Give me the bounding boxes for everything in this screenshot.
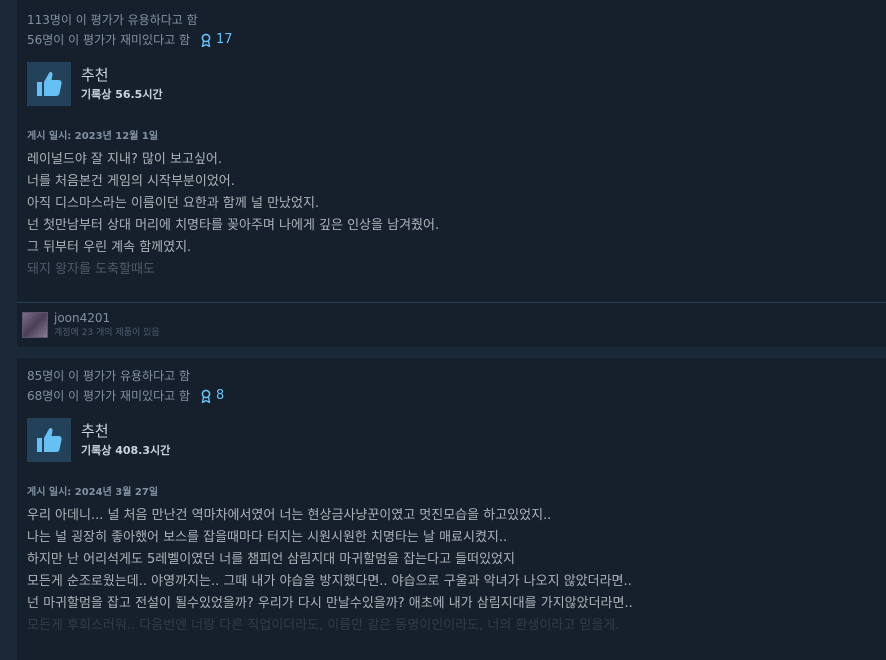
review-line: 아직 디스마스라는 이름이던 요한과 함께 널 만났었지. [27, 196, 320, 211]
helpful-count: 113명이 이 평가가 유용하다고 함 [27, 13, 198, 27]
funny-count: 68명이 이 평가가 재미있다고 함 [27, 389, 191, 403]
review-votes: 85명이 이 평가가 유용하다고 함 68명이 이 평가가 재미있다고 함 8 [17, 358, 886, 406]
review-line: 우리 아데니... 널 처음 만난건 역마차에서였어 너는 현상금사냥꾼이였고 … [27, 508, 552, 523]
award-count: 8 [216, 388, 225, 403]
review-header[interactable]: 추천 기록상 408.3시간 [27, 418, 886, 462]
award-count: 17 [216, 32, 233, 47]
review-header[interactable]: 추천 기록상 56.5시간 [27, 62, 886, 106]
review-card: 85명이 이 평가가 유용하다고 함 68명이 이 평가가 재미있다고 함 8 [17, 358, 886, 660]
author-name[interactable]: joon4201 [54, 311, 160, 325]
award-ribbon-icon [201, 33, 211, 47]
author-product-count: 계정에 23 개의 제품이 있음 [54, 328, 160, 338]
review-content[interactable]: 우리 아데니... 널 처음 만난건 역마차에서였어 너는 현상금사냥꾼이였고 … [27, 505, 886, 637]
helpful-count: 85명이 이 평가가 유용하다고 함 [27, 369, 191, 383]
recommendation-label: 추천 [81, 422, 109, 440]
hours-on-record: 기록상 408.3시간 [81, 444, 171, 457]
review-line: 나는 널 굉장히 좋아했어 보스를 잡을때마다 터지는 시원시원한 치명타는 날… [27, 530, 508, 545]
review-content[interactable]: 레이널드야 잘 지내? 많이 보고싶어. 너를 처음본건 게임의 시작부분이었어… [27, 149, 886, 281]
review-votes: 113명이 이 평가가 유용하다고 함 56명이 이 평가가 재미있다고 함 1… [17, 0, 886, 50]
award-badge[interactable]: 8 [200, 386, 224, 406]
review-line: 너를 처음본건 게임의 시작부분이었어. [27, 174, 235, 189]
review-line: 돼지 왕자를 도축할때도 [27, 262, 155, 277]
award-badge[interactable]: 17 [200, 30, 233, 50]
hours-on-record: 기록상 56.5시간 [81, 88, 163, 101]
reviews-page: 113명이 이 평가가 유용하다고 함 56명이 이 평가가 재미있다고 함 1… [0, 0, 886, 660]
review-line: 그 뒤부터 우린 계속 함께였지. [27, 240, 192, 255]
recommendation-label: 추천 [81, 66, 109, 84]
review-card: 113명이 이 평가가 유용하다고 함 56명이 이 평가가 재미있다고 함 1… [17, 0, 886, 347]
posted-date: 게시 일시: 2023년 12월 1일 [27, 131, 159, 142]
review-line: 넌 마귀할멈을 잡고 전설이 될수있었을까? 우리가 다시 만날수있을까? 애초… [27, 596, 633, 611]
award-ribbon-icon [201, 389, 211, 403]
funny-count: 56명이 이 평가가 재미있다고 함 [27, 33, 191, 47]
thumbs-up-icon [27, 62, 71, 106]
avatar[interactable] [22, 312, 48, 338]
review-line: 하지만 난 어리석게도 5레벨이였던 너를 챔피언 삼림지대 마귀할멈을 잡는다… [27, 552, 515, 567]
review-author[interactable]: joon4201 계정에 23 개의 제품이 있음 [22, 311, 160, 339]
thumbs-up-icon [27, 418, 71, 462]
review-line: 모든게 순조로웠는데.. 야영까지는.. 그때 내가 야습을 방지했다면.. 야… [27, 574, 632, 589]
review-line: 레이널드야 잘 지내? 많이 보고싶어. [27, 152, 223, 167]
divider [17, 302, 886, 303]
posted-date: 게시 일시: 2024년 3월 27일 [27, 487, 159, 498]
review-line: 모든게 후회스러워.. 다음번엔 너랑 다른 직업이더라도, 이름만 같은 동명… [27, 618, 620, 633]
review-line: 넌 첫만남부터 상대 머리에 치명타를 꽂아주며 나에게 깊은 인상을 남겨줬어… [27, 218, 440, 233]
